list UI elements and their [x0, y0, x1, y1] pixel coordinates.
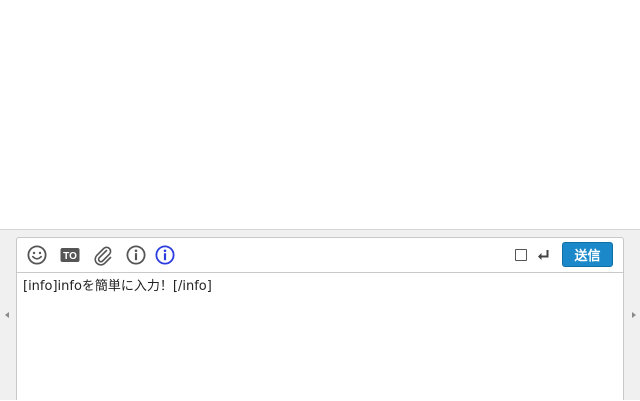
collapse-left-arrow-icon[interactable] — [5, 312, 9, 318]
collapse-right-arrow-icon[interactable] — [632, 312, 636, 318]
to-icon-label: TO — [63, 251, 77, 262]
composer-toolbar: TO 送信 — [17, 238, 623, 273]
to-icon[interactable]: TO — [59, 244, 81, 266]
emoji-icon[interactable] — [26, 244, 48, 266]
info-tag-icon[interactable] — [154, 244, 176, 266]
return-icon — [535, 247, 551, 263]
send-button[interactable]: 送信 — [562, 242, 613, 267]
enter-to-send-checkbox[interactable] — [515, 249, 527, 261]
message-input[interactable]: [info]infoを簡単に入力！[/info] — [17, 273, 623, 401]
attach-icon[interactable] — [92, 244, 114, 266]
message-composer: TO 送信 [info]infoを簡単に入力！[/info] — [16, 237, 624, 400]
chat-timeline — [0, 0, 640, 229]
info-icon[interactable] — [125, 244, 147, 266]
